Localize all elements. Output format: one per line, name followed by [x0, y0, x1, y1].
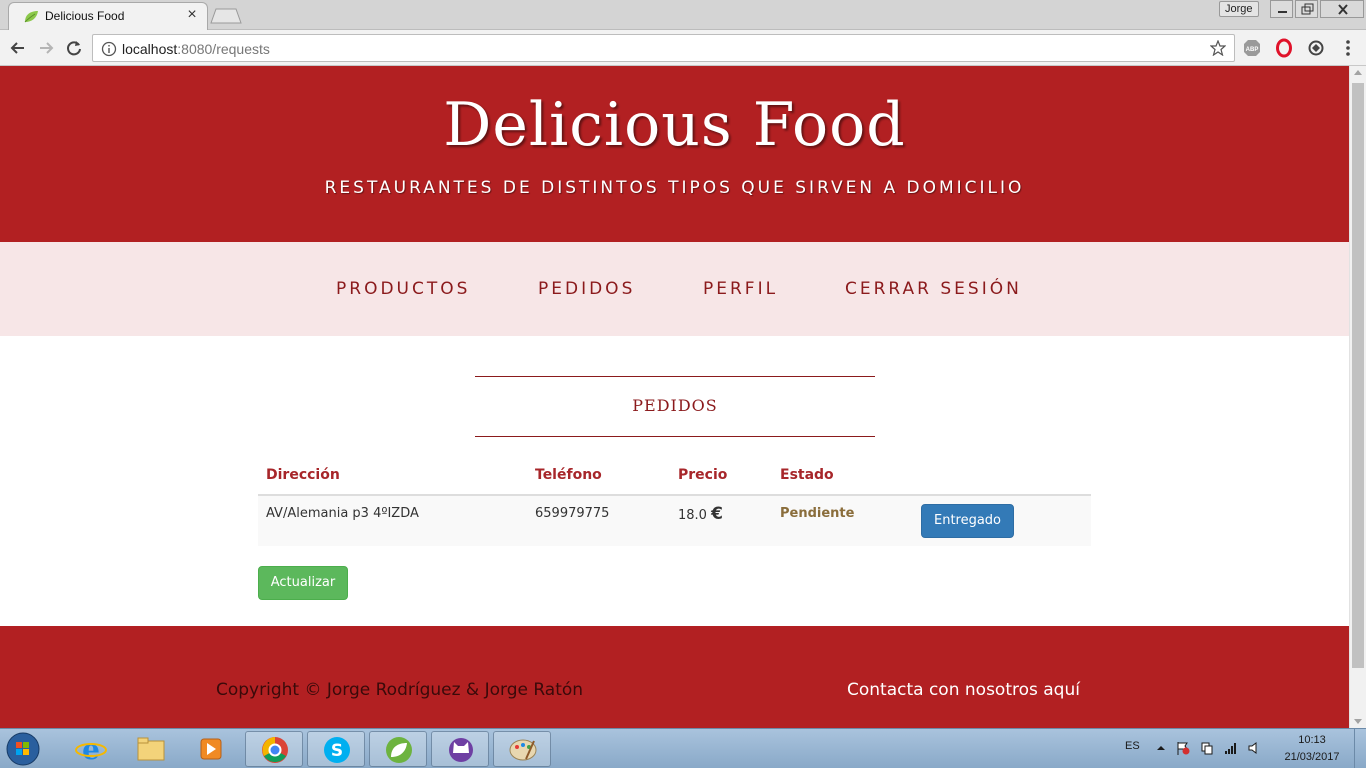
table-row: AV/Alemania p3 4ºIZDA 659979775 18.0 € P… — [258, 496, 1091, 546]
status-badge: Pendiente — [780, 506, 855, 521]
taskbar-github[interactable] — [431, 731, 489, 767]
scrollbar-thumb[interactable] — [1352, 83, 1364, 668]
folder-icon — [137, 737, 165, 761]
taskbar-windows-explorer[interactable] — [122, 731, 180, 767]
url-path: :8080/requests — [177, 41, 270, 57]
forward-arrow-icon[interactable] — [36, 38, 56, 58]
restore-icon — [1301, 3, 1314, 15]
cell-direccion: AV/Alemania p3 4ºIZDA — [266, 506, 419, 521]
browser-tab-strip: Delicious Food × Jorge — [0, 0, 1366, 30]
taskbar-skype[interactable]: S — [307, 731, 365, 767]
skype-icon: S — [324, 737, 350, 763]
url-host: localhost — [122, 41, 178, 57]
web-page: Delicious Food RESTAURANTES DE DISTINTOS… — [0, 66, 1349, 728]
svg-text:e: e — [82, 733, 100, 766]
cell-telefono: 659979775 — [535, 506, 610, 521]
browser-tab[interactable]: Delicious Food × — [8, 2, 208, 30]
taskbar-internet-explorer[interactable]: e — [62, 731, 120, 767]
taskbar-paint[interactable] — [493, 731, 551, 767]
network-devices-icon[interactable] — [1199, 740, 1215, 756]
site-footer: Copyright © Jorge Rodríguez & Jorge Rató… — [0, 626, 1349, 728]
profile-button[interactable]: Jorge — [1219, 1, 1259, 17]
page-scrollbar[interactable] — [1349, 66, 1366, 728]
cell-precio: 18.0 € — [678, 504, 723, 524]
opera-icon[interactable] — [1274, 38, 1294, 58]
nav-pedidos-link[interactable]: PEDIDOS — [538, 279, 635, 299]
scroll-down-arrow-icon[interactable] — [1354, 719, 1362, 724]
tab-close-icon[interactable]: × — [184, 6, 200, 24]
column-header-telefono: Teléfono — [535, 467, 602, 483]
browser-toolbar: localhost:8080/requests ABP — [0, 30, 1366, 66]
scroll-up-arrow-icon[interactable] — [1354, 70, 1362, 75]
url-text[interactable]: localhost:8080/requests — [122, 41, 270, 57]
column-header-precio: Precio — [678, 467, 728, 483]
reload-icon[interactable] — [64, 38, 84, 58]
column-header-direccion: Dirección — [266, 467, 340, 483]
taskbar-media-player[interactable] — [182, 731, 240, 767]
clock-time[interactable]: 10:13 — [1280, 734, 1344, 746]
tab-title: Delicious Food — [45, 9, 125, 23]
svg-text:S: S — [331, 741, 343, 761]
clock-date[interactable]: 21/03/2017 — [1280, 751, 1344, 763]
taskbar-chrome[interactable] — [245, 731, 303, 767]
show-hidden-icons-icon[interactable] — [1153, 740, 1169, 756]
section-title: PEDIDOS — [632, 396, 718, 415]
close-icon — [1338, 4, 1348, 15]
paint-palette-icon — [509, 739, 537, 761]
new-tab-button[interactable] — [210, 8, 242, 24]
show-desktop-button[interactable] — [1354, 729, 1366, 768]
internet-explorer-icon: e — [75, 733, 107, 766]
spring-leaf-favicon-icon — [24, 11, 38, 23]
info-icon[interactable] — [101, 41, 117, 57]
contact-link[interactable]: Contacta con nosotros aquí — [847, 680, 1080, 700]
restore-button[interactable] — [1295, 0, 1318, 18]
chrome-icon — [262, 737, 288, 763]
spring-leaf-icon — [386, 737, 412, 763]
column-header-estado: Estado — [780, 467, 834, 483]
github-octocat-icon — [449, 738, 473, 762]
windows-start-icon[interactable] — [4, 731, 42, 767]
language-indicator[interactable]: ES — [1125, 740, 1140, 752]
minimize-button[interactable] — [1270, 0, 1293, 18]
copyright-text: Copyright © Jorge Rodríguez & Jorge Rató… — [216, 680, 584, 700]
bookmark-star-icon[interactable] — [1210, 40, 1226, 56]
action-center-flag-icon[interactable] — [1175, 740, 1191, 756]
site-tagline: RESTAURANTES DE DISTINTOS TIPOS QUE SIRV… — [324, 178, 1025, 198]
entregado-button[interactable]: Entregado — [921, 504, 1014, 538]
adblock-plus-icon[interactable]: ABP — [1242, 38, 1262, 58]
main-navigation: PRODUCTOS PEDIDOS PERFIL CERRAR SESIÓN — [0, 242, 1349, 336]
nav-productos-link[interactable]: PRODUCTOS — [336, 279, 470, 299]
site-title: Delicious Food — [443, 90, 906, 160]
back-arrow-icon[interactable] — [8, 38, 28, 58]
nav-cerrar-sesion-link[interactable]: CERRAR SESIÓN — [845, 279, 1022, 299]
taskbar-spring-tool-suite[interactable] — [369, 731, 427, 767]
media-player-icon — [200, 738, 222, 760]
price-value: 18.0 — [678, 508, 707, 523]
menu-icon[interactable] — [1338, 38, 1358, 58]
address-bar[interactable]: localhost:8080/requests — [92, 34, 1235, 62]
sync-extension-icon[interactable] — [1306, 38, 1326, 58]
close-window-button[interactable] — [1320, 0, 1364, 18]
section-header: PEDIDOS — [475, 376, 875, 437]
nav-perfil-link[interactable]: PERFIL — [703, 279, 778, 299]
signal-strength-icon[interactable] — [1223, 740, 1239, 756]
site-header: Delicious Food RESTAURANTES DE DISTINTOS… — [0, 66, 1349, 242]
volume-icon[interactable] — [1247, 740, 1263, 756]
svg-text:ABP: ABP — [1246, 47, 1259, 53]
actualizar-button[interactable]: Actualizar — [258, 566, 348, 600]
minimize-icon — [1278, 11, 1287, 13]
windows-taskbar: e S ES 10:13 21/03/2017 — [0, 728, 1366, 768]
euro-icon: € — [711, 504, 723, 524]
